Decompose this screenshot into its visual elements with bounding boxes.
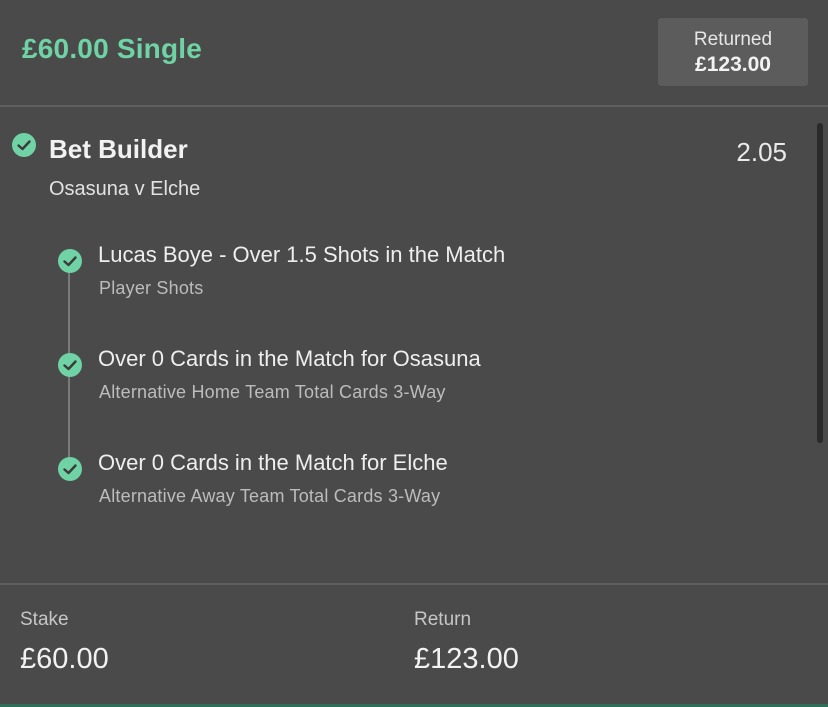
leg-title: Over 0 Cards in the Match for Osasuna xyxy=(98,346,481,371)
leg-title: Lucas Boye - Over 1.5 Shots in the Match xyxy=(98,242,506,267)
returned-amount: £123.00 xyxy=(695,53,771,76)
leg-market: Alternative Home Team Total Cards 3-Way xyxy=(99,382,446,402)
scrollbar[interactable] xyxy=(817,123,823,443)
check-circle-icon xyxy=(58,457,82,481)
leg-market: Player Shots xyxy=(99,278,204,298)
leg-market: Alternative Away Team Total Cards 3-Way xyxy=(99,486,441,506)
leg-title: Over 0 Cards in the Match for Elche xyxy=(98,450,448,475)
check-circle-icon xyxy=(12,133,36,157)
check-circle-icon xyxy=(58,353,82,377)
stake-label: Stake xyxy=(20,609,69,630)
bet-header: £60.00 Single Returned £123.00 xyxy=(0,0,828,107)
return-label: Return xyxy=(414,609,472,630)
bet-odds: 2.05 xyxy=(736,137,787,167)
returned-label: Returned xyxy=(693,29,773,50)
return-value: £123.00 xyxy=(414,643,519,675)
bet-title: £60.00 Single xyxy=(22,33,203,64)
match-name: Osasuna v Elche xyxy=(49,178,201,200)
check-circle-icon xyxy=(58,249,82,273)
bet-footer: Stake £60.00 Return £123.00 xyxy=(0,583,828,707)
bet-builder-title: Bet Builder xyxy=(49,134,188,164)
stake-value: £60.00 xyxy=(20,643,109,675)
returned-badge: Returned £123.00 xyxy=(658,18,808,86)
